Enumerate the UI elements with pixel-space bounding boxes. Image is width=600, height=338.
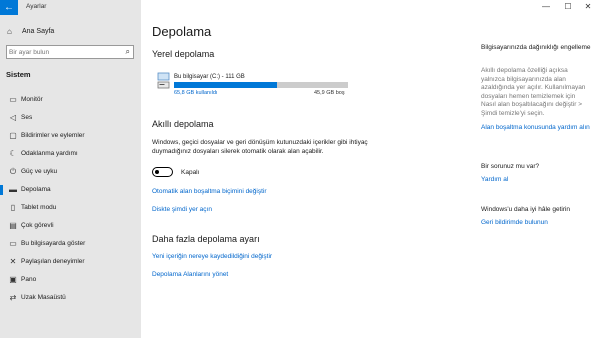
help-free-space-link[interactable]: Alan boşaltma konusunda yardım alın xyxy=(481,124,591,133)
configure-storage-sense-link[interactable]: Otomatik alan boşaltma biçimini değiştir xyxy=(152,188,267,195)
sidebar-item-projecting[interactable]: ▭ Bu bilgisayarda göster xyxy=(0,237,141,251)
toggle-state-label: Kapalı xyxy=(181,169,200,176)
title-bar: ← Ayarlar xyxy=(0,0,141,15)
sidebar-item-label: Bu bilgisayarda göster xyxy=(21,240,86,247)
question-heading: Bir sorunuz mu var? xyxy=(481,163,540,170)
smart-storage-heading: Akıllı depolama xyxy=(152,119,214,129)
local-storage-heading: Yerel depolama xyxy=(152,49,215,59)
free-space: 45,9 GB boş xyxy=(314,90,345,96)
sidebar-item-shared[interactable]: ✕ Paylaşılan deneyimler xyxy=(0,255,141,269)
sidebar-item-label: Pano xyxy=(21,276,37,283)
monitor-icon: ▭ xyxy=(9,95,17,104)
storage-usage-bar[interactable] xyxy=(174,82,348,88)
search-input[interactable] xyxy=(9,47,114,57)
more-storage-settings-heading: Daha fazla depolama ayarı xyxy=(152,234,260,244)
app-title: Ayarlar xyxy=(26,3,47,10)
toggle-knob xyxy=(155,169,159,174)
project-icon: ▭ xyxy=(9,239,17,248)
notification-icon: ▢ xyxy=(9,131,17,140)
power-icon: ⏻ xyxy=(9,167,17,176)
drive-name[interactable]: Bu bilgisayar (C:) - 111 GB xyxy=(174,74,245,80)
sidebar-item-power[interactable]: ⏻ Güç ve uyku xyxy=(0,165,141,179)
speaker-icon: ◁ xyxy=(9,113,17,122)
sidebar-item-label: Odaklanma yardımı xyxy=(21,150,78,157)
moon-icon: ☾ xyxy=(9,149,17,158)
multitask-icon: ▤ xyxy=(9,221,17,230)
drive-icon xyxy=(157,72,170,89)
sidebar-item-label: Çok görevli xyxy=(21,222,54,229)
back-arrow-icon: ← xyxy=(4,2,14,13)
sidebar-item-notifications[interactable]: ▢ Bildirimler ve eylemler xyxy=(0,129,141,143)
sidebar-item-label: Tablet modu xyxy=(21,204,57,211)
storage-usage-fill xyxy=(174,82,278,88)
get-help-link[interactable]: Yardım al xyxy=(481,176,591,185)
close-button[interactable]: ✕ xyxy=(582,2,594,12)
free-space-now-link[interactable]: Diskte şimdi yer açın xyxy=(152,206,212,213)
tablet-icon: ▯ xyxy=(10,203,16,212)
change-save-location-link[interactable]: Yeni içeriğin nereye kaydedildiğini deği… xyxy=(152,253,272,260)
tip-body: Akıllı depolama özelliği açıksa yalnızca… xyxy=(481,67,586,117)
sidebar-item-storage[interactable]: ▬ Depolama xyxy=(0,183,141,197)
search-icon[interactable]: ⌕ xyxy=(126,47,130,57)
main-panel: — ☐ ✕ Depolama Yerel depolama Bu bilgisa… xyxy=(141,0,600,338)
give-feedback-link[interactable]: Geri bildirimde bulunun xyxy=(481,219,591,228)
smart-storage-description: Windows, geçici dosyalar ve geri dönüşüm… xyxy=(152,139,368,155)
sidebar-item-label: Ses xyxy=(21,114,33,121)
sidebar-item-label: Güç ve uyku xyxy=(21,168,58,175)
used-space: 65,8 GB kullanıldı xyxy=(174,90,218,96)
sidebar-section-title: Sistem xyxy=(6,70,31,79)
maximize-button[interactable]: ☐ xyxy=(562,2,574,12)
back-button[interactable]: ← xyxy=(0,0,18,15)
manage-storage-spaces-link[interactable]: Depolama Alanlarını yönet xyxy=(152,271,228,278)
remote-desktop-icon: ⇄ xyxy=(9,293,17,302)
clipboard-icon: ▣ xyxy=(9,275,17,284)
sidebar-item-multitasking[interactable]: ▤ Çok görevli xyxy=(0,219,141,233)
tip-heading: Bilgisayarınızda dağınıklığı engelleme xyxy=(481,44,591,51)
sidebar-item-label: Paylaşılan deneyimler xyxy=(21,258,85,265)
nav-home-label: Ana Sayfa xyxy=(22,28,55,35)
sidebar-item-label: Bildirimler ve eylemler xyxy=(21,132,85,139)
improve-heading: Windows'u daha iyi hâle getirin xyxy=(481,206,571,213)
sidebar-item-sound[interactable]: ◁ Ses xyxy=(0,111,141,125)
sidebar-item-tablet[interactable]: ▯ Tablet modu xyxy=(0,201,141,215)
smart-storage-toggle[interactable] xyxy=(152,167,173,177)
minimize-button[interactable]: — xyxy=(540,2,552,12)
share-icon: ✕ xyxy=(9,257,17,266)
sidebar-item-monitor[interactable]: ▭ Monitör xyxy=(0,93,141,107)
sidebar: ← Ayarlar ⌂ Ana Sayfa ⌕ Sistem ▭ Monitör… xyxy=(0,0,141,338)
sidebar-item-label: Monitör xyxy=(21,96,43,103)
nav-home[interactable]: ⌂ Ana Sayfa xyxy=(4,26,139,38)
sidebar-item-clipboard[interactable]: ▣ Pano xyxy=(0,273,141,287)
sidebar-item-focus-assist[interactable]: ☾ Odaklanma yardımı xyxy=(0,147,141,161)
home-icon: ⌂ xyxy=(7,27,12,36)
page-title: Depolama xyxy=(152,24,212,39)
sidebar-item-label: Uzak Masaüstü xyxy=(21,294,66,301)
search-box[interactable]: ⌕ xyxy=(6,45,134,59)
storage-icon: ▬ xyxy=(9,185,17,194)
sidebar-item-remote-desktop[interactable]: ⇄ Uzak Masaüstü xyxy=(0,291,141,305)
sidebar-item-label: Depolama xyxy=(21,186,51,193)
